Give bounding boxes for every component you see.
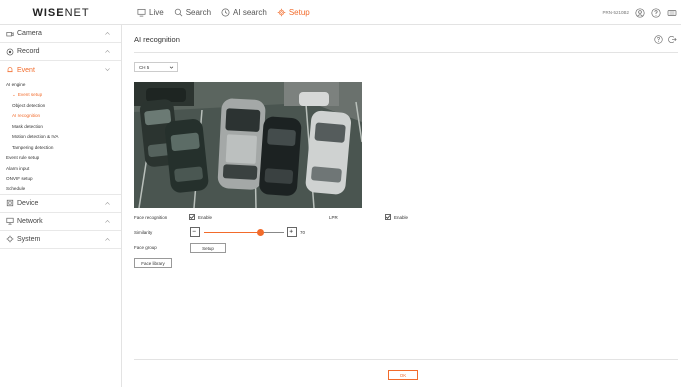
similarity-slider-handle[interactable] <box>256 229 264 236</box>
sidebar-item-onvif-setup[interactable]: ONVIF setup <box>0 174 121 185</box>
check-icon <box>189 215 195 219</box>
parking-lot-image <box>134 82 362 208</box>
similarity-value: 70 <box>300 230 306 235</box>
sidebar-item-event-setup[interactable]: ⌄ Event setup <box>0 90 121 101</box>
chevron-up-icon <box>105 219 110 223</box>
bell-icon <box>7 67 13 73</box>
ai-search-icon <box>221 8 230 17</box>
nav-live[interactable]: Live <box>137 8 164 17</box>
sidebar-item-schedule[interactable]: Schedule <box>0 184 121 195</box>
device-name: PRN-5210B2 <box>602 10 629 15</box>
main-panel: AI recognition CH 5 Face recognition Ena… <box>122 25 681 387</box>
sidebar-item-object-detection[interactable]: Object detection <box>0 100 121 111</box>
sidebar-event[interactable]: Event <box>0 61 121 79</box>
setup-sidebar: Camera Record Event AI engine ⌄ Event set… <box>0 25 122 387</box>
sidebar-item-ai-engine[interactable]: AI engine <box>0 79 121 90</box>
ok-button[interactable]: OK <box>388 370 418 380</box>
footer-divider <box>134 359 678 360</box>
similarity-label: Similarity <box>134 230 153 235</box>
exit-icon[interactable] <box>668 35 677 44</box>
face-recognition-label: Face recognition <box>134 215 168 220</box>
device-icon <box>6 199 14 207</box>
face-recognition-enable-label: Enable <box>198 215 213 220</box>
face-group-setup-button[interactable]: Setup <box>190 243 226 253</box>
nav-setup[interactable]: Setup <box>277 8 310 17</box>
sidebar-item-event-rule-setup[interactable]: Event rule setup <box>0 153 121 164</box>
sidebar-camera[interactable]: Camera <box>0 25 121 43</box>
channel-select[interactable]: CH 5 <box>134 62 178 72</box>
user-icon[interactable] <box>635 7 645 18</box>
top-right-tools: PRN-5210B2 <box>602 0 677 25</box>
help-icon[interactable] <box>654 35 663 44</box>
face-library-button[interactable]: Face library <box>134 258 172 268</box>
similarity-fill <box>204 232 260 233</box>
plus-icon <box>289 229 293 233</box>
chevron-up-icon <box>105 237 110 241</box>
chevron-down-icon: ⌄ <box>12 91 16 97</box>
chevron-up-icon <box>105 50 110 53</box>
chevron-up-icon <box>105 201 110 205</box>
similarity-decrease-button[interactable] <box>190 227 200 237</box>
record-icon <box>6 48 14 55</box>
sidebar-item-tampering-detection[interactable]: Tampering detection <box>0 142 121 153</box>
sidebar-item-ai-recognition[interactable]: AI recognition <box>0 111 121 122</box>
sidebar-network[interactable]: Network <box>0 213 121 231</box>
camera-preview <box>134 82 362 208</box>
sidebar-system[interactable]: System <box>0 231 121 249</box>
monitor-icon <box>137 8 146 17</box>
sidebar-item-motion-detection[interactable]: Motion detection & IVA <box>0 132 121 143</box>
gear-icon <box>277 8 286 17</box>
face-group-label: Face group <box>134 245 157 250</box>
network-icon <box>6 217 14 225</box>
chevron-down-icon <box>105 68 110 71</box>
sidebar-item-mask-detection[interactable]: Mask detection <box>0 121 121 132</box>
chevron-down-icon <box>169 66 174 69</box>
system-gear-icon <box>6 235 14 243</box>
face-recognition-checkbox[interactable] <box>189 214 195 220</box>
main-nav: Live Search AI search Setup <box>137 0 310 25</box>
title-divider <box>134 52 678 53</box>
search-icon <box>174 8 183 17</box>
menu-icon[interactable] <box>667 8 677 18</box>
page-title: AI recognition <box>134 35 180 44</box>
nav-search[interactable]: Search <box>174 8 211 17</box>
camera-icon <box>6 31 14 36</box>
nav-ai-search[interactable]: AI search <box>221 8 267 17</box>
sidebar-record[interactable]: Record <box>0 43 121 61</box>
check-icon <box>385 215 391 219</box>
lpr-checkbox[interactable] <box>385 214 391 220</box>
sidebar-device[interactable]: Device <box>0 195 121 213</box>
help-icon[interactable] <box>651 7 661 18</box>
minus-icon <box>192 230 196 232</box>
wisenet-logo[interactable]: WISE NET <box>0 0 122 25</box>
lpr-label: LPR <box>329 215 338 220</box>
chevron-up-icon <box>105 32 110 35</box>
top-bar: WISE NET Live Search AI search Setup PRN-… <box>0 0 681 25</box>
sidebar-item-alarm-input[interactable]: Alarm input <box>0 163 121 174</box>
similarity-increase-button[interactable] <box>287 227 297 237</box>
lpr-enable-label: Enable <box>394 215 409 220</box>
